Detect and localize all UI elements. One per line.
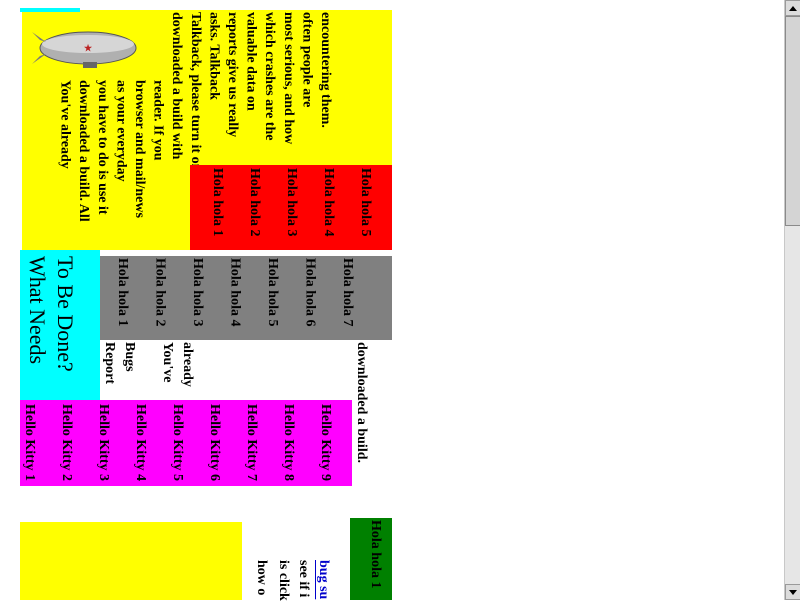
heading-line1: To Be Done? bbox=[53, 256, 78, 372]
magenta-list-item: Hello Kitty 3 bbox=[96, 404, 111, 481]
cyan-strip-top bbox=[20, 8, 80, 12]
red-list-item: Hola hola 5 bbox=[358, 168, 373, 237]
gray-list-item: Hola hola 1 bbox=[115, 258, 130, 327]
magenta-list-item: Hello Kitty 1 bbox=[22, 404, 37, 481]
paragraph-line: which crashes are the bbox=[262, 12, 278, 141]
scroll-up-button[interactable] bbox=[785, 0, 800, 16]
vertical-scrollbar[interactable] bbox=[784, 0, 800, 600]
gray-list-item: Hola hola 4 bbox=[227, 258, 243, 327]
lower-line-3: is click bbox=[276, 560, 291, 601]
airship-image: ★ bbox=[28, 18, 138, 78]
arrow-down-icon bbox=[789, 589, 797, 595]
heading-line2: What Needs bbox=[25, 256, 50, 365]
white-text-line: Report bbox=[102, 342, 117, 384]
magenta-list-item: Hello Kitty 6 bbox=[207, 404, 222, 481]
white-text-line: downloaded a build. bbox=[354, 342, 369, 463]
lower-line-4: how o bbox=[254, 560, 269, 596]
gray-list-item: Hola hola 2 bbox=[152, 258, 168, 327]
paragraph-line: You've already bbox=[57, 80, 73, 169]
red-list-item: Hola hola 2 bbox=[247, 168, 262, 237]
red-list-item: Hola hola 3 bbox=[284, 168, 299, 237]
magenta-list-item: Hello Kitty 5 bbox=[170, 404, 185, 481]
magenta-list-item: Hello Kitty 4 bbox=[133, 404, 148, 481]
green-item: Hola hola 1 bbox=[368, 520, 383, 589]
gray-list-item: Hola hola 7 bbox=[340, 258, 355, 327]
arrow-up-icon bbox=[789, 5, 797, 11]
paragraph-line: most serious, and how bbox=[280, 12, 296, 145]
white-text-line: already bbox=[180, 342, 195, 387]
white-text-line: Bugs bbox=[122, 342, 137, 372]
paragraph-line: reports give us really bbox=[225, 12, 240, 138]
magenta-list-item: Hello Kitty 7 bbox=[244, 404, 259, 481]
paragraph-line: downloaded a build. All bbox=[76, 80, 92, 222]
gray-list-item: Hola hola 3 bbox=[190, 258, 205, 327]
paragraph-line: as your everyday bbox=[113, 80, 129, 182]
paragraph-line: encountering them. bbox=[318, 12, 333, 128]
paragraph-line: asks. Talkback bbox=[206, 12, 222, 100]
magenta-list-item: Hello Kitty 8 bbox=[281, 404, 296, 481]
white-text-line: You've bbox=[160, 342, 175, 383]
paragraph-line: often people are bbox=[299, 12, 315, 108]
magenta-list-item: Hello Kitty 2 bbox=[59, 404, 74, 481]
lower-line-2: see if i bbox=[296, 560, 311, 598]
paragraph-line: you have to do is use it bbox=[94, 80, 110, 215]
lower-yellow-box bbox=[20, 522, 242, 600]
scroll-down-button[interactable] bbox=[785, 584, 800, 600]
paragraph-line: downloaded a build with bbox=[169, 12, 185, 160]
paragraph-line: browser and mail/news bbox=[132, 80, 147, 218]
magenta-list-item: Hello Kitty 9 bbox=[318, 404, 333, 481]
gray-list-item: Hola hola 5 bbox=[265, 258, 280, 327]
bug-submit-link[interactable]: bug su bbox=[316, 560, 331, 599]
gray-list-item: Hola hola 6 bbox=[302, 258, 318, 327]
paragraph-line: reader. If you bbox=[150, 80, 166, 161]
svg-text:★: ★ bbox=[84, 43, 93, 53]
scroll-thumb[interactable] bbox=[785, 16, 800, 226]
paragraph-line: valuable data on bbox=[243, 12, 259, 111]
red-list-item: Hola hola 4 bbox=[321, 168, 336, 237]
red-list-item: Hola hola 1 bbox=[210, 168, 225, 237]
